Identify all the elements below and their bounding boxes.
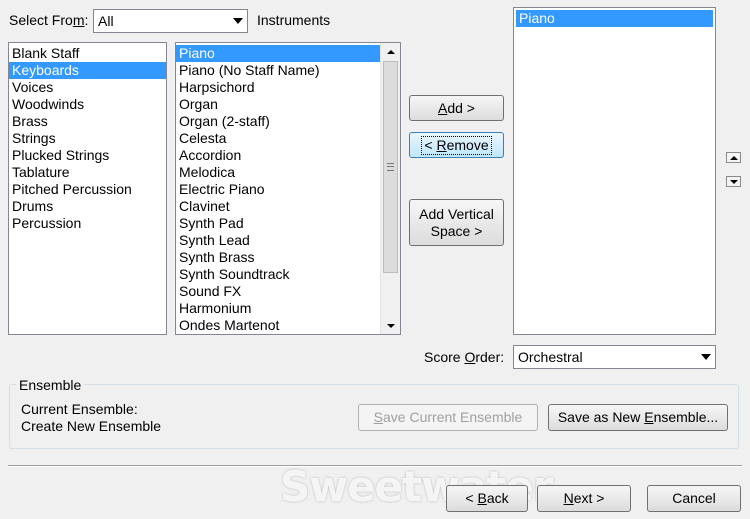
list-item[interactable]: Synth Lead (176, 232, 380, 249)
chevron-down-icon (697, 346, 715, 368)
list-item[interactable]: Melodica (176, 164, 380, 181)
list-item[interactable]: Blank Staff (9, 45, 166, 62)
list-item[interactable]: Synth Soundtrack (176, 266, 380, 283)
list-item[interactable]: Ondes Martenot (176, 317, 380, 334)
back-button-label: < Back (465, 490, 509, 506)
scroll-up-icon[interactable] (381, 43, 400, 60)
list-item[interactable]: Plucked Strings (9, 147, 166, 164)
list-item[interactable]: Synth Brass (176, 249, 380, 266)
list-item[interactable]: Piano (No Staff Name) (176, 62, 380, 79)
remove-button[interactable]: < Remove (409, 132, 504, 158)
score-order-label: Score Order: (424, 349, 505, 365)
list-item[interactable]: Organ (176, 96, 380, 113)
list-item[interactable]: Tablature (9, 164, 166, 181)
select-from-label: Select From: (9, 12, 89, 28)
list-item[interactable]: Percussion (9, 215, 166, 232)
grip-icon (387, 163, 394, 171)
list-item[interactable]: Clavinet (176, 198, 380, 215)
save-as-new-ensemble-button[interactable]: Save as New Ensemble... (548, 404, 728, 431)
add-vertical-space-label-line2: Space > (430, 222, 483, 239)
list-item[interactable]: Organ (2-staff) (176, 113, 380, 130)
selected-instrument-list[interactable]: Piano (513, 7, 716, 335)
list-item[interactable]: Electric Piano (176, 181, 380, 198)
current-ensemble-label: Current Ensemble: (21, 401, 138, 417)
remove-button-label: < Remove (421, 135, 492, 155)
score-order-value: Orchestral (518, 349, 583, 365)
ensemble-group-title: Ensemble (16, 376, 85, 394)
list-item[interactable]: Drums (9, 198, 166, 215)
list-item[interactable]: Harmonium (176, 300, 380, 317)
current-ensemble-value: Create New Ensemble (21, 418, 162, 434)
chevron-down-icon (229, 10, 247, 32)
cancel-button[interactable]: Cancel (647, 485, 741, 512)
add-button[interactable]: Add > (409, 95, 504, 121)
scroll-down-icon[interactable] (381, 317, 400, 334)
arrow-down-icon (729, 179, 738, 184)
select-from-value: All (98, 13, 114, 29)
next-button[interactable]: Next > (537, 485, 631, 512)
score-order-dropdown[interactable]: Orchestral (513, 345, 716, 369)
save-current-ensemble-button[interactable]: Save Current Ensemble (358, 404, 538, 431)
select-from-dropdown[interactable]: All (93, 9, 248, 33)
list-item[interactable]: Woodwinds (9, 96, 166, 113)
list-item[interactable]: Brass (9, 113, 166, 130)
instrument-list-items: Piano Piano (No Staff Name) Harpsichord Org… (176, 45, 380, 334)
family-list[interactable]: Blank Staff Keyboards Voices Woodwinds Brass… (8, 42, 167, 335)
move-down-button[interactable] (726, 176, 741, 187)
list-item[interactable]: Keyboards (9, 62, 166, 79)
next-button-label: Next > (563, 490, 605, 506)
list-item[interactable]: Celesta (176, 130, 380, 147)
list-item[interactable]: Piano (516, 10, 713, 27)
list-item[interactable]: Voices (9, 79, 166, 96)
list-item[interactable]: Strings (9, 130, 166, 147)
add-vertical-space-label-line1: Add Vertical (419, 205, 494, 222)
list-item[interactable]: Piano (176, 45, 380, 62)
save-current-ensemble-label: Save Current Ensemble (373, 409, 523, 425)
move-up-button[interactable] (726, 152, 741, 163)
list-item[interactable]: Synth Pad (176, 215, 380, 232)
cancel-button-label: Cancel (672, 490, 716, 506)
list-item[interactable]: Pitched Percussion (9, 181, 166, 198)
add-vertical-space-button[interactable]: Add Vertical Space > (409, 199, 504, 246)
scrollbar-thumb[interactable] (383, 61, 398, 273)
instruments-label: Instruments (257, 12, 331, 28)
list-item[interactable]: Harpsichord (176, 79, 380, 96)
list-item[interactable]: Sound FX (176, 283, 380, 300)
instrument-list[interactable]: Piano Piano (No Staff Name) Harpsichord Org… (175, 42, 401, 335)
add-button-label: Add > (438, 99, 475, 116)
arrow-up-icon (729, 155, 738, 160)
list-item[interactable]: Accordion (176, 147, 380, 164)
save-as-new-ensemble-label: Save as New Ensemble... (557, 409, 719, 425)
back-button[interactable]: < Back (446, 485, 528, 512)
instrument-list-scrollbar[interactable] (380, 43, 400, 334)
